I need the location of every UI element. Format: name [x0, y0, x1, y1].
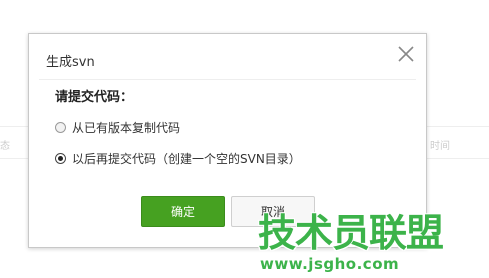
- submit-code-label: 请提交代码：: [55, 90, 134, 105]
- screen: 态 时间 生成svn 请提交代码： 从已有版本复制代码 以后再提交代码（创建一个…: [0, 0, 489, 278]
- close-button[interactable]: [396, 44, 416, 64]
- option-copy-from-existing-version[interactable]: 从已有版本复制代码: [55, 117, 180, 137]
- dialog-title: 生成svn: [46, 55, 95, 70]
- option-submit-later[interactable]: 以后再提交代码（创建一个空的SVN目录）: [55, 148, 301, 168]
- watermark-brand: 技术员联盟: [258, 211, 444, 255]
- confirm-button[interactable]: 确定: [141, 196, 225, 227]
- watermark-url: www.jsgho.com: [260, 255, 400, 273]
- option-label: 以后再提交代码（创建一个空的SVN目录）: [72, 151, 301, 166]
- title-divider: [39, 79, 416, 80]
- option-label: 从已有版本复制代码: [72, 120, 181, 135]
- close-icon[interactable]: [396, 44, 416, 64]
- radio-copy-existing[interactable]: [55, 121, 66, 133]
- background-column-fragment-left: 态: [0, 141, 10, 152]
- background-column-fragment-right: 时间: [430, 141, 450, 152]
- site-watermark: 技术员联盟 www.jsgho.com: [258, 213, 448, 275]
- radio-submit-later[interactable]: [55, 152, 66, 164]
